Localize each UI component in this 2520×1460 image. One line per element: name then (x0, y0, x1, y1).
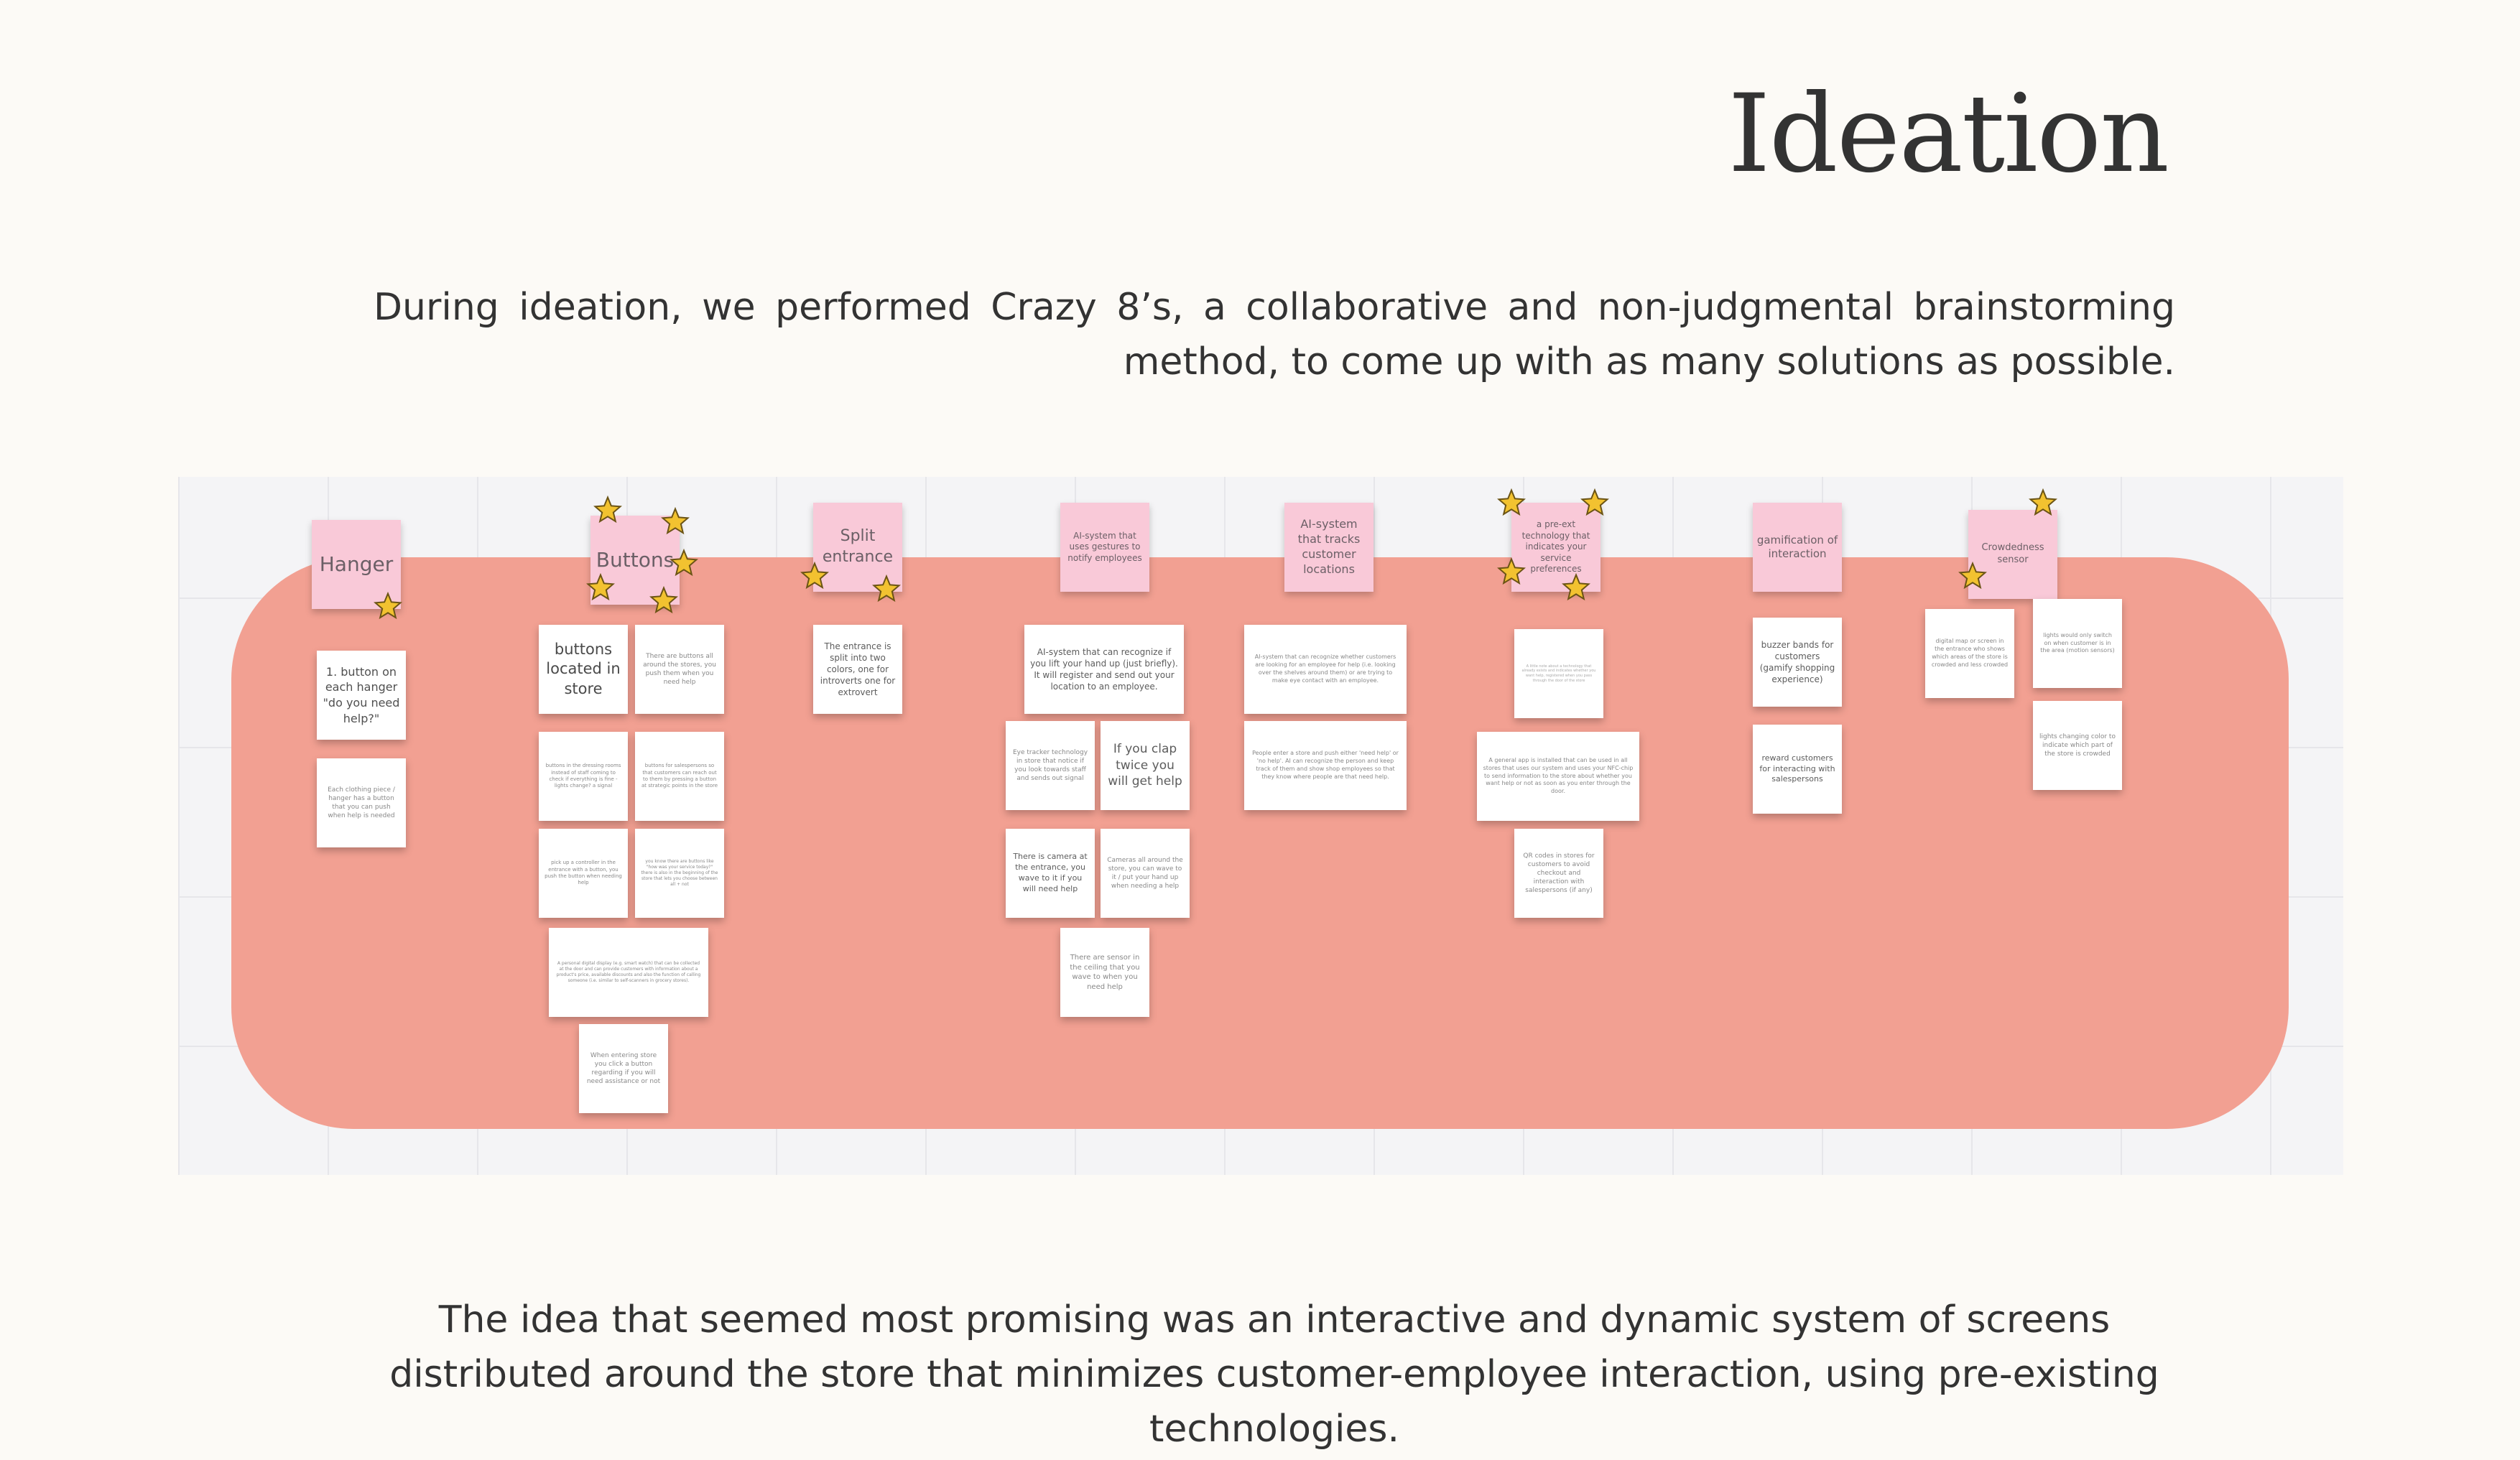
sticky-header-tracks: AI-system that tracks customer locations (1284, 503, 1374, 592)
intro-paragraph: During ideation, we performed Crazy 8’s,… (374, 286, 2175, 383)
star-icon (1562, 573, 1590, 601)
sticky-note: There are buttons all around the stores,… (635, 625, 724, 714)
star-icon (1580, 488, 1609, 516)
sticky-note: QR codes in stores for customers to avoi… (1514, 829, 1603, 918)
sticky-note: A little note about a technology that al… (1514, 629, 1603, 718)
sticky-note: If you clap twice you will get help (1101, 721, 1190, 810)
sticky-header-gamification: gamification of interaction (1753, 503, 1842, 592)
star-icon (661, 507, 690, 535)
star-icon (872, 575, 901, 603)
sticky-note: The entrance is split into two colors, o… (813, 625, 902, 714)
sticky-note: People enter a store and push either 'ne… (1244, 721, 1407, 810)
sticky-note: reward customers for interacting with sa… (1753, 725, 1842, 814)
sticky-note: buttons located in store (539, 625, 628, 714)
sticky-note: buzzer bands for customers (gamify shopp… (1753, 618, 1842, 707)
sticky-note: lights would only switch on when custome… (2033, 599, 2122, 688)
sticky-note: A personal digital display (e.g. smart w… (549, 928, 708, 1017)
star-icon (593, 496, 622, 524)
sticky-note: AI-system that can recognize if you lift… (1024, 625, 1184, 714)
sticky-note: Each clothing piece / hanger has a butto… (317, 758, 406, 847)
conclusion-paragraph: The idea that seemed most promising was … (389, 1298, 2159, 1451)
sticky-note: buttons in the dressing rooms instead of… (539, 732, 628, 821)
page-title: Ideation (1728, 72, 2169, 197)
sticky-note: AI-system that can recognize whether cus… (1244, 625, 1407, 714)
sticky-note: Cameras all around the store, you can wa… (1101, 829, 1190, 918)
sticky-note: you know there are buttons like "how was… (635, 829, 724, 918)
star-icon (1497, 488, 1526, 516)
star-icon (374, 592, 402, 620)
sticky-note: Eye tracker technology in store that not… (1006, 721, 1095, 810)
star-icon (1497, 557, 1526, 585)
star-icon (2029, 488, 2057, 516)
ideation-board-image: Hanger 1. button on each hanger "do you … (178, 477, 2343, 1175)
sticky-note: buttons for salespersons so that custome… (635, 732, 724, 821)
sticky-note: There are sensor in the ceiling that you… (1060, 928, 1149, 1017)
sticky-note: There is camera at the entrance, you wav… (1006, 829, 1095, 918)
star-icon (649, 586, 678, 614)
star-icon (1958, 562, 1987, 590)
sticky-note: digital map or screen in the entrance wh… (1925, 609, 2014, 698)
sticky-header-gestures: AI-system that uses gestures to notify e… (1060, 503, 1149, 592)
sticky-note: lights changing color to indicate which … (2033, 701, 2122, 790)
sticky-note: A general app is installed that can be u… (1477, 732, 1639, 821)
star-icon (800, 562, 829, 590)
sticky-note: When entering store you click a button r… (579, 1024, 668, 1113)
star-icon (586, 573, 615, 601)
sticky-note: 1. button on each hanger "do you need he… (317, 651, 406, 740)
star-icon (670, 549, 698, 577)
sticky-note: pick up a controller in the entrance wit… (539, 829, 628, 918)
